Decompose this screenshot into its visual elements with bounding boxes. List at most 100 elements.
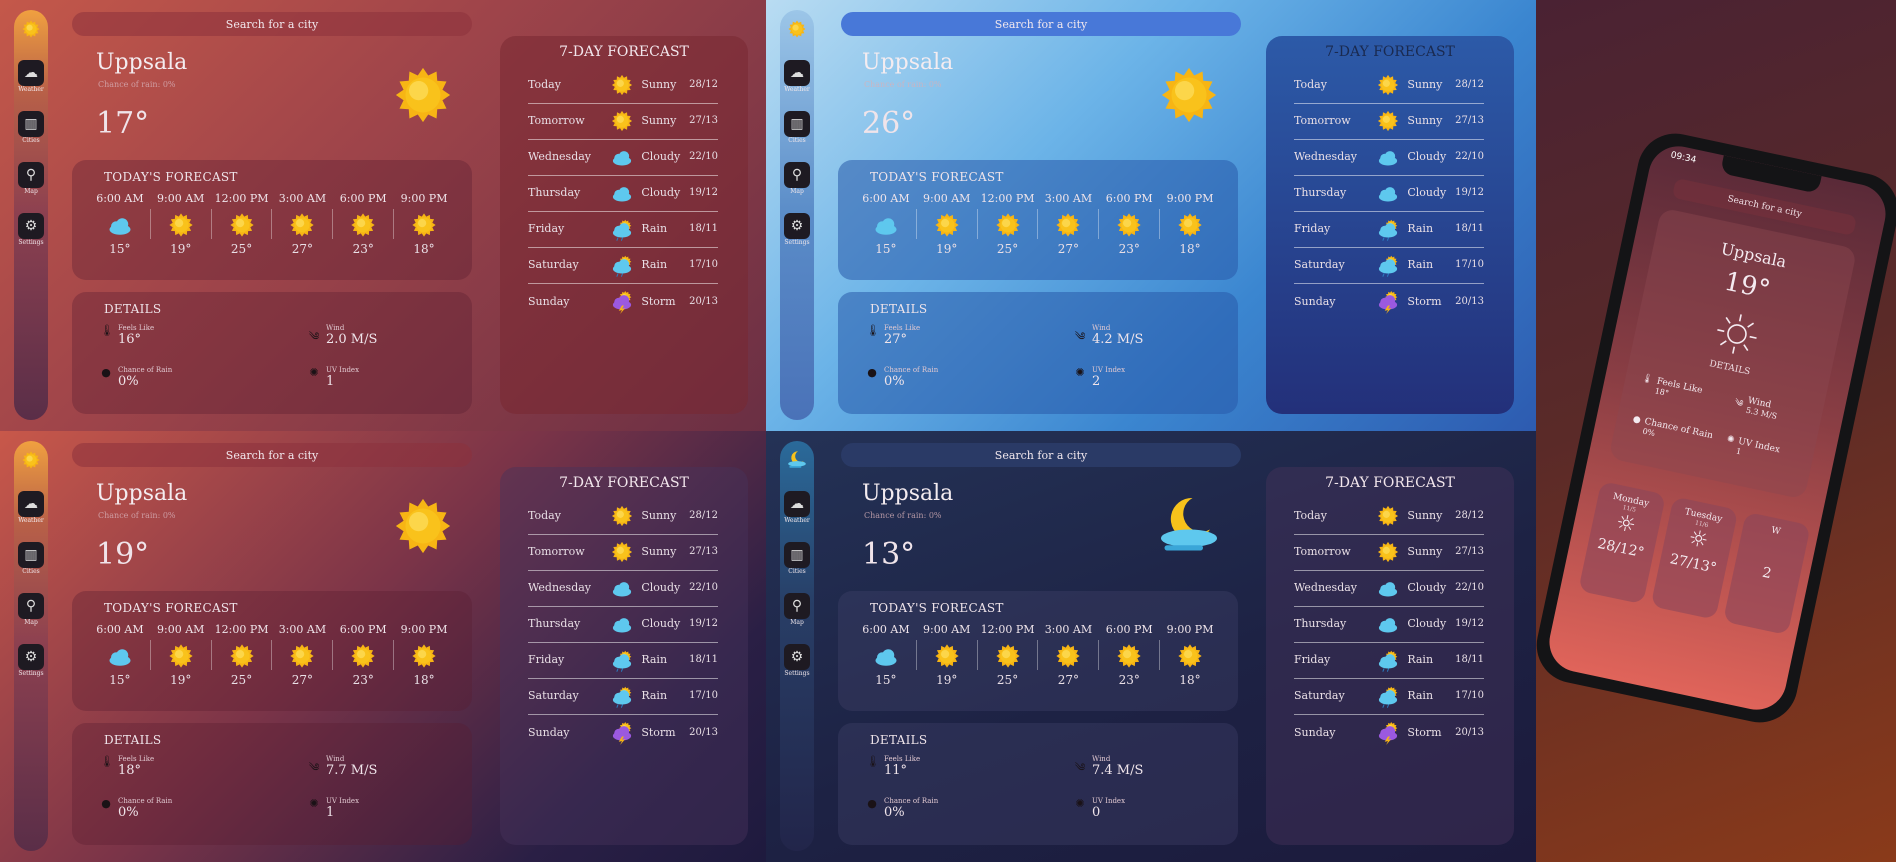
sun-icon — [609, 539, 635, 565]
uv-label: UV Index — [1092, 797, 1126, 805]
nav-settings[interactable]: ⚙ Settings — [18, 213, 44, 246]
storm-icon — [1375, 719, 1401, 745]
forecast-row[interactable]: Saturday Rain 17/10 — [1294, 246, 1484, 284]
forecast-day: Today — [528, 78, 561, 91]
current-weather-icon — [388, 60, 458, 130]
rain-icon — [609, 647, 635, 673]
details-heading: DETAILS — [870, 302, 928, 316]
forecast-row[interactable]: Saturday Rain 17/10 — [528, 246, 718, 284]
forecast-row[interactable]: Today Sunny 28/12 — [528, 66, 718, 104]
rail-weather-icon[interactable] — [784, 447, 810, 473]
search-input[interactable]: Search for a city — [841, 12, 1241, 36]
phone-day-card[interactable]: Tuesday 11/6 ☼ 27/13° — [1650, 496, 1739, 620]
forecast-row[interactable]: Friday Rain 18/11 — [1294, 641, 1484, 679]
nav-map[interactable]: ⚲ Map — [784, 162, 810, 195]
forecast-condition: Cloudy — [1407, 150, 1447, 163]
search-input[interactable]: Search for a city — [72, 12, 472, 36]
nav-cities[interactable]: ▥ Cities — [18, 111, 44, 144]
forecast-condition: Cloudy — [1407, 186, 1447, 199]
forecast-day: Today — [1294, 78, 1327, 91]
hour-temp: 23° — [1118, 673, 1140, 687]
forecast-row[interactable]: Friday Rain 18/11 — [528, 641, 718, 679]
side-rail: ☁ Weather ▥ Cities ⚲ Map ⚙ Settings — [780, 441, 814, 851]
nav-weather[interactable]: ☁ Weather — [784, 491, 810, 524]
hour-time: 12:00 PM — [214, 192, 269, 205]
nav-map[interactable]: ⚲ Map — [18, 593, 44, 626]
uv-index: ✺ UV Index 1 — [308, 797, 359, 820]
forecast-day: Tomorrow — [1294, 545, 1351, 558]
forecast-row[interactable]: Sunday Storm 20/13 — [1294, 713, 1484, 751]
sun-icon — [166, 210, 196, 240]
hour-item: 9:00 AM 19° — [917, 192, 977, 256]
buildings-icon: ▥ — [784, 111, 810, 137]
thermometer-icon: 🌡 — [100, 324, 114, 337]
hour-time: 6:00 PM — [339, 623, 387, 636]
phone-feels: 🌡 Feels Like 18° — [1639, 373, 1704, 404]
forecast-row[interactable]: Thursday Cloudy 19/12 — [1294, 605, 1484, 643]
forecast-row[interactable]: Saturday Rain 17/10 — [528, 677, 718, 715]
forecast-row[interactable]: Wednesday Cloudy 22/10 — [1294, 138, 1484, 176]
forecast-row[interactable]: Sunday Storm 20/13 — [1294, 282, 1484, 320]
rail-weather-icon[interactable] — [18, 447, 44, 473]
phone-day-card[interactable]: Monday 11/5 ☼ 28/12° — [1578, 481, 1666, 605]
nav-map[interactable]: ⚲ Map — [784, 593, 810, 626]
forecast-row[interactable]: Wednesday Cloudy 22/10 — [1294, 569, 1484, 607]
forecast-condition: Storm — [1407, 294, 1442, 308]
forecast-row[interactable]: Today Sunny 28/12 — [1294, 497, 1484, 535]
forecast-row[interactable]: Thursday Cloudy 19/12 — [1294, 174, 1484, 212]
cloud-icon — [871, 210, 901, 240]
forecast-row[interactable]: Friday Rain 18/11 — [528, 210, 718, 248]
forecast-row[interactable]: Today Sunny 28/12 — [1294, 66, 1484, 104]
hourly-list: 6:00 AM 15° 9:00 AM 19° 12:00 PM 25° 3:00 AM 27… — [856, 623, 1220, 687]
panel-sunset-1: ☁ Weather ▥ Cities ⚲ Map ⚙ Settings Search f… — [0, 0, 766, 431]
forecast-row[interactable]: Wednesday Cloudy 22/10 — [528, 138, 718, 176]
wind-icon: ༄ — [308, 330, 320, 343]
nav-weather[interactable]: ☁ Weather — [18, 60, 44, 93]
hour-item: 6:00 PM 23° — [333, 192, 393, 256]
forecast-row[interactable]: Thursday Cloudy 19/12 — [528, 174, 718, 212]
forecast-day: Thursday — [1294, 617, 1347, 630]
forecast-row[interactable]: Thursday Cloudy 19/12 — [528, 605, 718, 643]
gear-icon: ⚙ — [784, 644, 810, 670]
search-input[interactable]: Search for a city — [841, 443, 1241, 467]
nav-cities[interactable]: ▥ Cities — [784, 111, 810, 144]
rail-weather-icon[interactable] — [784, 16, 810, 42]
forecast-day: Today — [1294, 509, 1327, 522]
nav-cities[interactable]: ▥ Cities — [18, 542, 44, 575]
feels-like: 🌡 Feels Like 18° — [100, 755, 154, 778]
nav-map[interactable]: ⚲ Map — [18, 162, 44, 195]
forecast-condition: Rain — [1407, 222, 1434, 235]
forecast-row[interactable]: Tomorrow Sunny 27/13 — [1294, 102, 1484, 140]
sun-icon — [287, 210, 317, 240]
hour-temp: 23° — [352, 242, 374, 256]
feels-like-label: Feels Like — [118, 755, 155, 763]
thermometer-icon: 🌡 — [1640, 373, 1654, 386]
forecast-row[interactable]: Sunday Storm 20/13 — [528, 282, 718, 320]
nav-weather[interactable]: ☁ Weather — [784, 60, 810, 93]
nav-settings[interactable]: ⚙ Settings — [18, 644, 44, 677]
hour-temp: 25° — [230, 242, 253, 256]
nav-settings[interactable]: ⚙ Settings — [784, 644, 810, 677]
phone-day-card[interactable]: W2 — [1722, 511, 1811, 636]
hour-temp: 25° — [230, 673, 253, 687]
search-input[interactable]: Search for a city — [72, 443, 472, 467]
sun-icon — [409, 210, 439, 240]
forecast-row[interactable]: Today Sunny 28/12 — [528, 497, 718, 535]
nav-weather[interactable]: ☁ Weather — [18, 491, 44, 524]
hour-temp: 27° — [1057, 242, 1080, 256]
nav-settings[interactable]: ⚙ Settings — [784, 213, 810, 246]
nav-cities[interactable]: ▥ Cities — [784, 542, 810, 575]
hour-time: 12:00 PM — [980, 192, 1035, 205]
forecast-row[interactable]: Tomorrow Sunny 27/13 — [1294, 533, 1484, 571]
forecast-condition: Rain — [1407, 258, 1434, 271]
forecast-row[interactable]: Friday Rain 18/11 — [1294, 210, 1484, 248]
forecast-row[interactable]: Tomorrow Sunny 27/13 — [528, 533, 718, 571]
forecast-row[interactable]: Tomorrow Sunny 27/13 — [528, 102, 718, 140]
uv-value: 1 — [326, 805, 335, 820]
forecast-row[interactable]: Wednesday Cloudy 22/10 — [528, 569, 718, 607]
forecast-row[interactable]: Saturday Rain 17/10 — [1294, 677, 1484, 715]
rail-weather-icon[interactable] — [18, 16, 44, 42]
sun-icon — [1114, 641, 1144, 671]
forecast-day: Wednesday — [528, 581, 592, 594]
forecast-row[interactable]: Sunday Storm 20/13 — [528, 713, 718, 751]
